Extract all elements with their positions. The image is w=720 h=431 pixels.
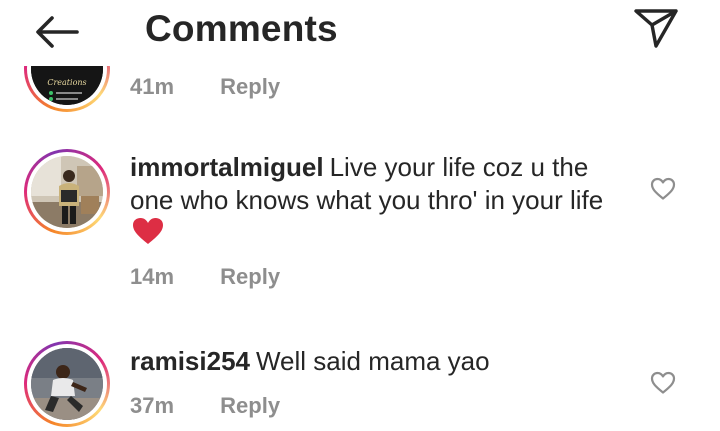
comment-meta: 37m Reply [130,393,280,419]
back-button[interactable] [30,10,84,54]
comment-text: Well said mama yao [255,346,490,376]
heart-outline-icon [650,371,676,394]
comment-body: immortalmiguel Live your life coz u the o… [130,151,630,253]
red-heart-emoji [132,217,164,253]
reply-button[interactable]: Reply [220,393,280,418]
avatar[interactable]: Creations [24,66,110,112]
comment-timestamp: 14m [130,264,175,289]
avatar[interactable] [24,149,110,235]
comment-timestamp: 37m [130,393,175,418]
svg-text:Creations: Creations [47,78,86,87]
comment-item: immortalmiguel Live your life coz u the o… [0,146,720,306]
like-button[interactable] [648,368,678,398]
like-button[interactable] [648,174,678,204]
heart-outline-icon [650,177,676,200]
page-title: Comments [145,8,338,49]
reply-button[interactable]: Reply [220,74,280,99]
comment-meta: 14m Reply [130,264,280,290]
comment-item: ramisi254 Well said mama yao 37m Reply [0,341,720,431]
comments-list[interactable]: Creations 41m Reply immortalmiguel Live … [0,66,720,431]
comment-username[interactable]: ramisi254 [130,346,250,376]
comment-timestamp: 41m [130,74,175,99]
arrow-left-icon [36,16,79,48]
comment-body: ramisi254 Well said mama yao [130,345,630,378]
top-bar: Comments [0,0,720,66]
comment-meta: 41m Reply [130,74,280,100]
reply-button[interactable]: Reply [220,264,280,289]
comment-username[interactable]: immortalmiguel [130,152,324,182]
direct-message-button[interactable] [630,4,682,52]
paper-plane-icon [634,9,678,48]
avatar[interactable] [24,341,110,427]
comment-item: Creations 41m Reply [0,66,720,112]
